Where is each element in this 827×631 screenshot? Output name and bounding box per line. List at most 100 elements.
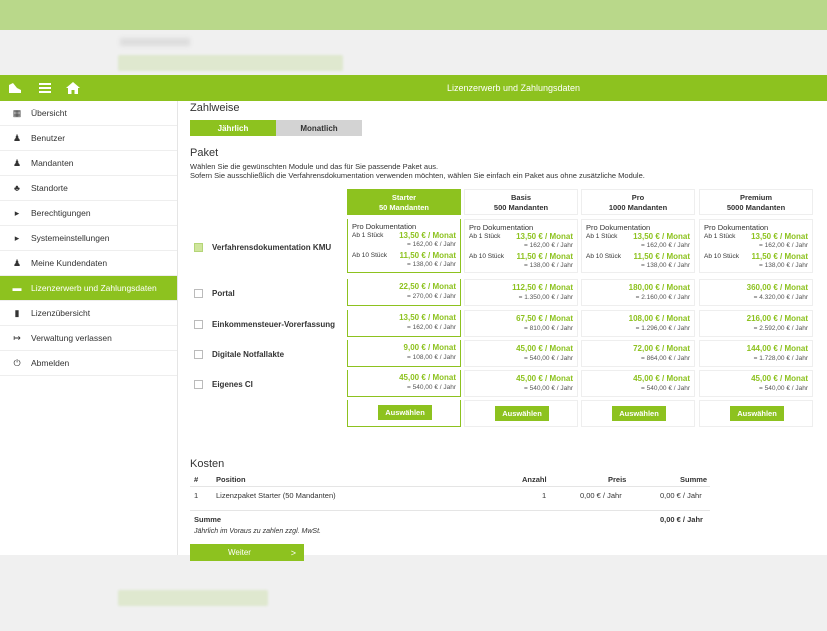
module-monat: 72,00 € / Monat — [633, 344, 690, 353]
background-header — [0, 0, 827, 30]
vd-ab1-jahr: = 162,00 € / Jahr — [641, 242, 690, 249]
sidebar-item-label: Systemeinstellungen — [31, 233, 110, 243]
module-jahr: = 4.320,00 € / Jahr — [753, 294, 808, 301]
module-checkbox-2[interactable] — [194, 350, 203, 359]
col-preis: Preis — [608, 475, 627, 484]
module-monat: 108,00 € / Monat — [628, 314, 690, 323]
tier-header-2: Pro 1000 Mandanten — [581, 189, 695, 215]
module-jahr: = 1.296,00 € / Jahr — [635, 325, 690, 332]
module-jahr: = 540,00 € / Jahr — [407, 384, 456, 391]
sidebar-item-10[interactable]: ⏻ Abmelden — [0, 351, 177, 376]
module-monat: 45,00 € / Monat — [751, 374, 808, 383]
sidebar-item-3[interactable]: ♣ Standorte — [0, 176, 177, 201]
vd-ab1-label: Ab 1 Stück — [704, 233, 736, 240]
module-price-cell: 45,00 € / Monat = 540,00 € / Jahr — [347, 370, 461, 397]
module-jahr: = 540,00 € / Jahr — [524, 355, 573, 362]
menu-icon[interactable] — [38, 81, 52, 95]
module-jahr: = 540,00 € / Jahr — [641, 385, 690, 392]
module-checkbox-0[interactable] — [194, 289, 203, 298]
next-button[interactable]: Weiter > — [190, 544, 304, 561]
app-title: Lizenzerwerb und Zahlungsdaten — [446, 83, 581, 93]
module-price-cell: 45,00 € / Monat = 540,00 € / Jahr — [464, 340, 578, 367]
select-button-1[interactable]: Auswählen — [495, 406, 549, 421]
sidebar-item-6[interactable]: ♟ Meine Kundendaten — [0, 251, 177, 276]
vd-ab1-label: Ab 1 Stück — [352, 232, 384, 239]
sidebar-item-9[interactable]: ↦ Verwaltung verlassen — [0, 326, 177, 351]
module-monat: 22,50 € / Monat — [399, 282, 456, 291]
sidebar-item-label: Lizenzerwerb und Zahlungsdaten — [31, 283, 157, 293]
package-intro: Wählen Sie die gewünschten Module und da… — [190, 162, 645, 180]
vd-price-cell-0: Pro Dokumentation Ab 1 Stück 13,50 € / Mon… — [347, 219, 461, 273]
select-cell: Auswählen — [464, 400, 578, 427]
select-button-0[interactable]: Auswählen — [378, 405, 432, 420]
module-price-cell: 45,00 € / Monat = 540,00 € / Jahr — [464, 370, 578, 397]
module-monat: 45,00 € / Monat — [516, 344, 573, 353]
payment-note: Jährlich im Voraus zu zahlen zzgl. MwSt. — [194, 528, 321, 535]
costs-heading: Kosten — [190, 458, 225, 470]
tier-name: Starter — [391, 193, 417, 202]
module-price-cell: 112,50 € / Monat = 1.350,00 € / Jahr — [464, 279, 578, 306]
vd-ab1-jahr: = 162,00 € / Jahr — [759, 242, 808, 249]
tier-header-3: Premium 5000 Mandanten — [699, 189, 813, 215]
sidebar: ▦ Übersicht ♟ Benutzer ♟ Mandanten ♣ Standorte ▸… — [0, 101, 178, 555]
tier-mandanten: 500 Mandanten — [493, 203, 549, 212]
home-icon[interactable] — [66, 81, 80, 95]
sidebar-item-4[interactable]: ▸ Berechtigungen — [0, 201, 177, 226]
user-icon: ♟ — [12, 132, 22, 143]
caret-right-icon: ▸ — [14, 232, 20, 243]
vd-pro-label: Pro Dokumentation — [469, 223, 534, 232]
sidebar-item-0[interactable]: ▦ Übersicht — [0, 101, 177, 126]
vd-checkbox[interactable] — [194, 243, 203, 252]
payment-toggle: Jährlich Monatlich — [190, 120, 362, 136]
col-anzahl: Anzahl — [522, 475, 547, 484]
row-anzahl: 1 — [542, 491, 547, 500]
shoe-logo-icon[interactable] — [8, 81, 22, 95]
col-summe: Summe — [680, 475, 708, 484]
module-monat: 67,50 € / Monat — [516, 314, 573, 323]
total-value: 0,00 € / Jahr — [660, 515, 703, 524]
sidebar-item-label: Mandanten — [31, 158, 74, 168]
select-button-3[interactable]: Auswählen — [730, 406, 784, 421]
module-jahr: = 270,00 € / Jahr — [407, 293, 456, 300]
next-button-label: Weiter — [228, 548, 251, 557]
sidebar-item-7[interactable]: ▬ Lizenzerwerb und Zahlungsdaten — [0, 276, 177, 301]
select-button-2[interactable]: Auswählen — [612, 406, 666, 421]
module-monat: 360,00 € / Monat — [746, 283, 808, 292]
vd-ab10-label: Ab 10 Stück — [469, 253, 505, 260]
module-label-0: Portal — [212, 289, 235, 298]
vd-pro-label: Pro Dokumentation — [704, 223, 769, 232]
module-price-cell: 45,00 € / Monat = 540,00 € / Jahr — [581, 370, 695, 397]
sidebar-item-2[interactable]: ♟ Mandanten — [0, 151, 177, 176]
module-monat: 216,00 € / Monat — [746, 314, 808, 323]
vd-price-cell-2: Pro Dokumentation Ab 1 Stück 13,50 € / Mon… — [581, 219, 695, 273]
payment-monthly-button[interactable]: Monatlich — [276, 120, 362, 136]
module-checkbox-1[interactable] — [194, 320, 203, 329]
sidebar-item-1[interactable]: ♟ Benutzer — [0, 126, 177, 151]
vd-ab10-label: Ab 10 Stück — [704, 253, 740, 260]
module-price-cell: 144,00 € / Monat = 1.728,00 € / Jahr — [699, 340, 813, 367]
payment-heading: Zahlweise — [190, 102, 240, 114]
payment-yearly-button[interactable]: Jährlich — [190, 120, 276, 136]
vd-ab10-jahr: = 138,00 € / Jahr — [407, 261, 456, 268]
module-monat: 144,00 € / Monat — [746, 344, 808, 353]
sidebar-item-8[interactable]: ▮ Lizenzübersicht — [0, 301, 177, 326]
select-cell: Auswählen — [699, 400, 813, 427]
vd-ab10-monat: 11,50 € / Monat — [516, 252, 573, 261]
chevron-right-icon: > — [290, 547, 296, 558]
module-price-cell: 216,00 € / Monat = 2.592,00 € / Jahr — [699, 310, 813, 337]
module-monat: 45,00 € / Monat — [399, 373, 456, 382]
module-jahr: = 2.160,00 € / Jahr — [635, 294, 690, 301]
total-label: Summe — [194, 515, 222, 524]
package-intro-line-2: Sofern Sie ausschließlich die Verfahrens… — [190, 171, 645, 180]
tier-name: Basis — [510, 193, 531, 202]
package-intro-line-1: Wählen Sie die gewünschten Module und da… — [190, 162, 439, 171]
module-jahr: = 1.728,00 € / Jahr — [753, 355, 808, 362]
vd-ab10-jahr: = 138,00 € / Jahr — [641, 262, 690, 269]
module-jahr: = 162,00 € / Jahr — [407, 324, 456, 331]
module-checkbox-3[interactable] — [194, 380, 203, 389]
vd-ab1-monat: 13,50 € / Monat — [633, 232, 690, 241]
sidebar-item-5[interactable]: ▸ Systemeinstellungen — [0, 226, 177, 251]
table-icon: ▦ — [12, 107, 22, 118]
col-nr: # — [194, 475, 199, 484]
vd-price-cell-1: Pro Dokumentation Ab 1 Stück 13,50 € / Mon… — [464, 219, 578, 273]
